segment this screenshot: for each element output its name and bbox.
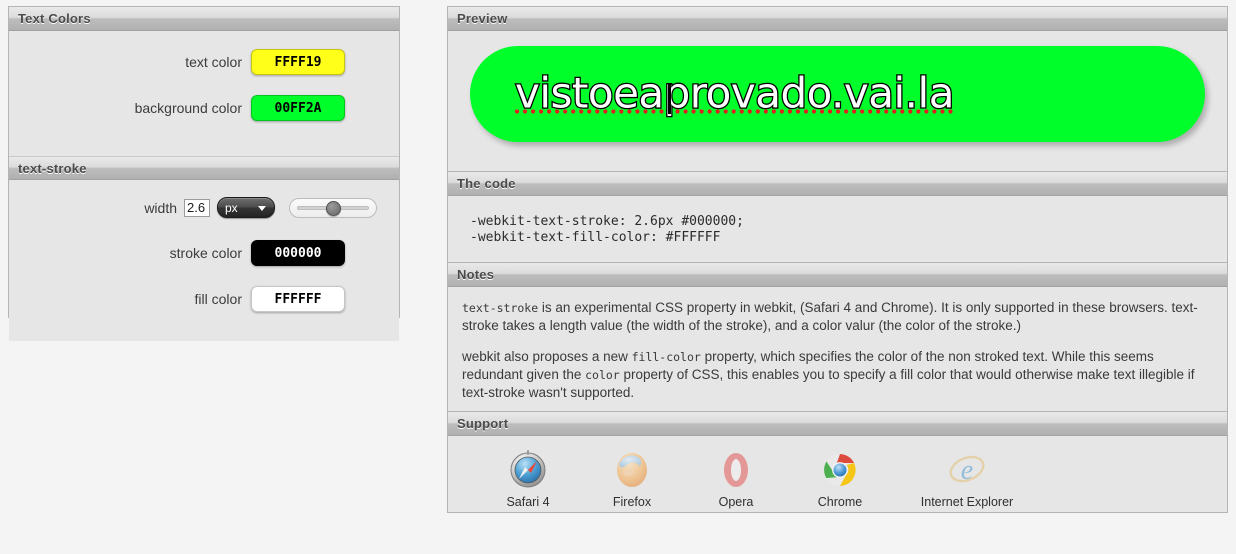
background-color-label: background color: [134, 100, 242, 116]
support-header: Support: [448, 412, 1227, 436]
preview-panel: Preview vistoeaprovado.vai.la: [447, 6, 1228, 171]
preview-header: Preview: [448, 7, 1227, 31]
browser-opera[interactable]: Opera: [684, 446, 788, 509]
code-line-fill: -webkit-text-fill-color: #FFFFFF: [470, 230, 721, 245]
support-panel: Support Safari 4 Firefox Opera Chrome e …: [447, 411, 1228, 513]
notes-paragraph-1-rest: is an experimental CSS property in webki…: [462, 300, 1198, 333]
output-column: Preview vistoeaprovado.vai.la The code -…: [447, 6, 1228, 513]
text-colors-body: text color FFFF19 background color 00FF2…: [9, 31, 399, 156]
notes-code-color: color: [585, 368, 620, 382]
browser-safari[interactable]: Safari 4: [476, 446, 580, 509]
controls-panel: Text Colors text color FFFF19 background…: [8, 6, 400, 341]
code-header: The code: [448, 172, 1227, 196]
width-slider[interactable]: [289, 197, 377, 218]
preview-body: vistoeaprovado.vai.la: [448, 31, 1227, 171]
safari-icon: [505, 446, 551, 492]
text-color-swatch[interactable]: FFFF19: [251, 49, 345, 75]
background-color-row: background color 00FF2A: [9, 95, 399, 121]
notes-paragraph-2-a: webkit also proposes a new: [462, 349, 632, 364]
browser-internet-explorer-label: Internet Explorer: [920, 495, 1014, 509]
browser-opera-label: Opera: [718, 495, 754, 509]
opera-icon: [713, 446, 759, 492]
notes-code-text-stroke: text-stroke: [462, 301, 539, 315]
width-unit-value: px: [225, 200, 238, 215]
support-title: Support: [457, 416, 509, 431]
browser-chrome-label: Chrome: [817, 495, 863, 509]
fill-color-swatch[interactable]: FFFFFF: [251, 286, 345, 312]
preview-sample-text[interactable]: vistoeaprovado.vai.la: [514, 67, 956, 119]
page-root: Text Colors text color FFFF19 background…: [0, 0, 1236, 554]
stroke-color-swatch[interactable]: 000000: [251, 240, 345, 266]
text-stroke-body: width 2.6 px stroke color 000000 fill co…: [9, 180, 399, 341]
text-stroke-header: text-stroke: [9, 156, 399, 180]
browser-firefox-label: Firefox: [612, 495, 652, 509]
width-unit-select[interactable]: px: [217, 197, 275, 218]
preview-title: Preview: [457, 11, 508, 26]
notes-title: Notes: [457, 267, 495, 282]
stroke-color-label: stroke color: [169, 245, 242, 261]
browser-internet-explorer[interactable]: e Internet Explorer: [892, 446, 1042, 509]
fill-color-label: fill color: [194, 291, 242, 307]
notes-header: Notes: [448, 263, 1227, 287]
text-stroke-title: text-stroke: [18, 160, 87, 176]
browser-safari-label: Safari 4: [506, 495, 550, 509]
width-label: width: [144, 199, 177, 216]
chrome-icon: [817, 446, 863, 492]
browser-chrome[interactable]: Chrome: [788, 446, 892, 509]
notes-paragraph-2: webkit also proposes a new fill-color pr…: [462, 348, 1213, 401]
notes-panel: Notes text-stroke is an experimental CSS…: [447, 262, 1228, 411]
support-body: Safari 4 Firefox Opera Chrome e Internet…: [448, 436, 1227, 512]
fill-color-row: fill color FFFFFF: [9, 286, 399, 312]
firefox-icon: [609, 446, 655, 492]
svg-text:e: e: [961, 455, 973, 486]
code-body: -webkit-text-stroke: 2.6px #000000; -web…: [448, 196, 1227, 262]
background-color-swatch[interactable]: 00FF2A: [251, 95, 345, 121]
text-caret: [668, 84, 671, 114]
slider-thumb[interactable]: [326, 200, 341, 216]
text-colors-header: Text Colors: [9, 7, 399, 31]
notes-paragraph-1: text-stroke is an experimental CSS prope…: [462, 299, 1213, 334]
notes-body: text-stroke is an experimental CSS prope…: [448, 287, 1227, 411]
preview-swatch-area: vistoeaprovado.vai.la: [470, 46, 1205, 142]
text-color-label: text color: [185, 54, 242, 70]
internet-explorer-icon: e: [944, 446, 990, 492]
code-panel: The code -webkit-text-stroke: 2.6px #000…: [447, 171, 1228, 262]
text-colors-title: Text Colors: [18, 11, 91, 26]
stroke-color-row: stroke color 000000: [9, 240, 399, 266]
notes-code-fill-color: fill-color: [631, 350, 701, 364]
code-title: The code: [457, 176, 516, 191]
width-row: width 2.6 px: [9, 197, 399, 218]
chevron-down-icon: [258, 205, 266, 211]
browser-firefox[interactable]: Firefox: [580, 446, 684, 509]
text-color-row: text color FFFF19: [9, 49, 399, 75]
code-line-stroke: -webkit-text-stroke: 2.6px #000000;: [470, 214, 744, 229]
width-input[interactable]: 2.6: [184, 198, 210, 217]
